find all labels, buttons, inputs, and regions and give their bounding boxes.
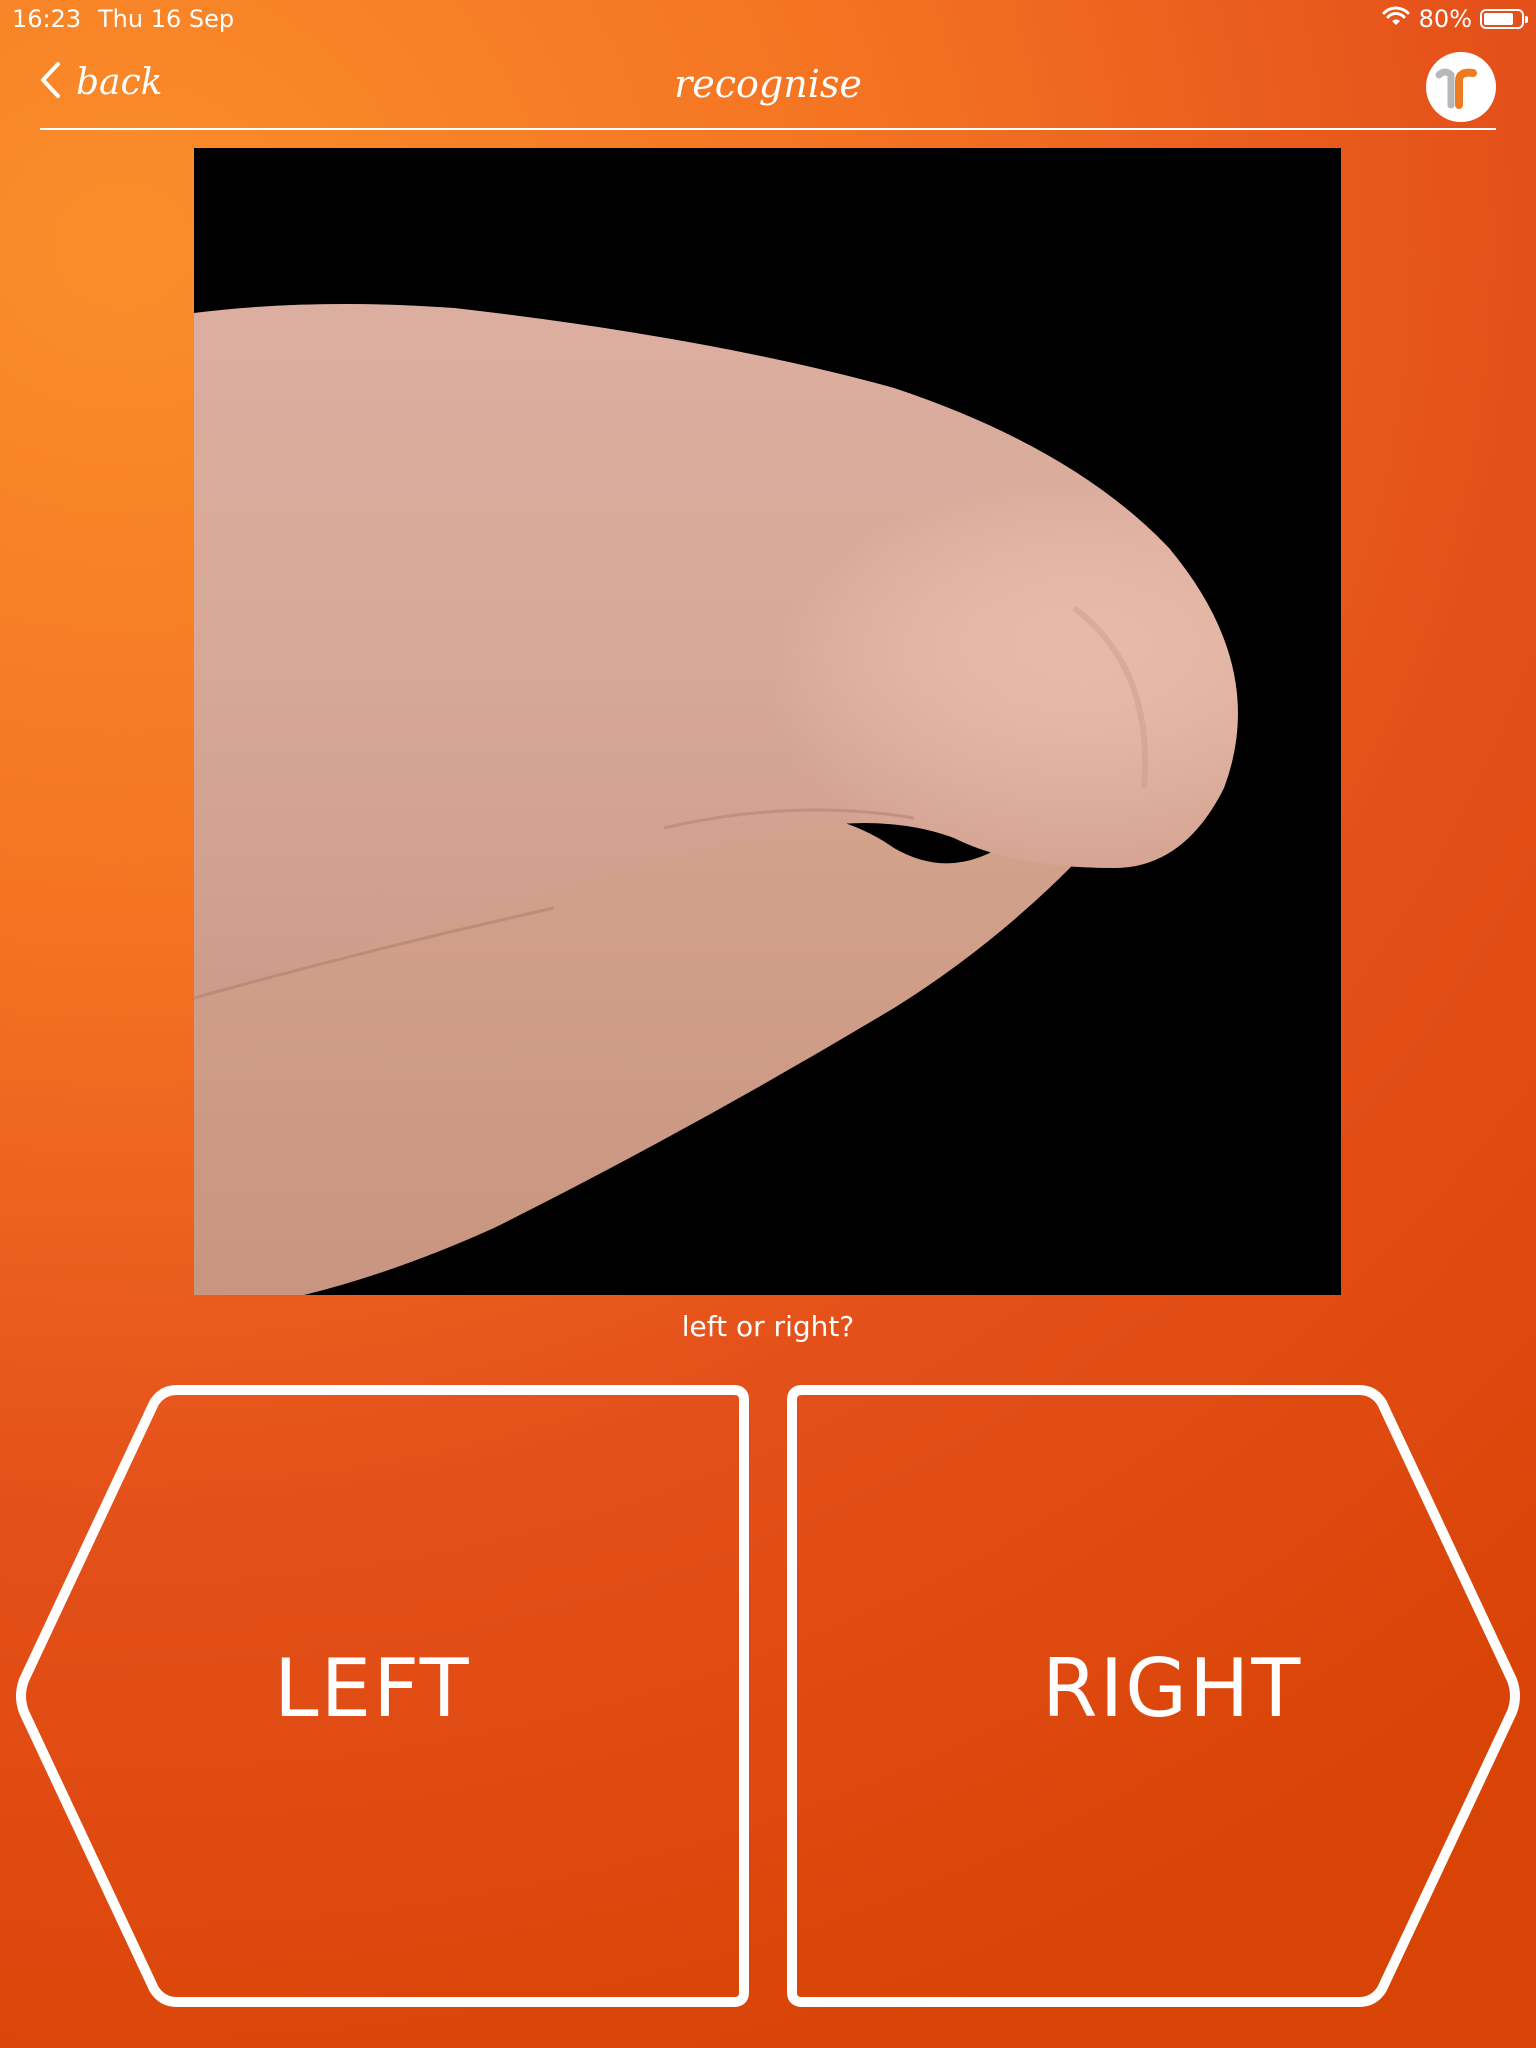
nav-bar: back recognise xyxy=(0,40,1536,130)
battery-percent: 80% xyxy=(1418,5,1472,33)
status-bar: 16:23 Thu 16 Sep 80% xyxy=(0,0,1536,40)
status-date: Thu 16 Sep xyxy=(98,5,235,33)
knee-photo xyxy=(194,148,1341,1295)
battery-fill xyxy=(1484,13,1513,25)
battery-icon xyxy=(1480,9,1528,29)
question-prompt: left or right? xyxy=(681,1310,855,1343)
status-time: 16:23 xyxy=(12,5,82,33)
page-title: recognise xyxy=(674,62,862,106)
left-button[interactable]: LEFT xyxy=(12,1382,752,2010)
left-label: LEFT xyxy=(274,1642,471,1735)
nav-divider xyxy=(40,128,1496,130)
right-button[interactable]: RIGHT xyxy=(784,1382,1524,2010)
app-logo-icon[interactable] xyxy=(1426,52,1496,122)
wifi-icon xyxy=(1381,5,1411,33)
status-right: 80% xyxy=(1381,5,1528,33)
right-label: RIGHT xyxy=(1042,1642,1303,1735)
